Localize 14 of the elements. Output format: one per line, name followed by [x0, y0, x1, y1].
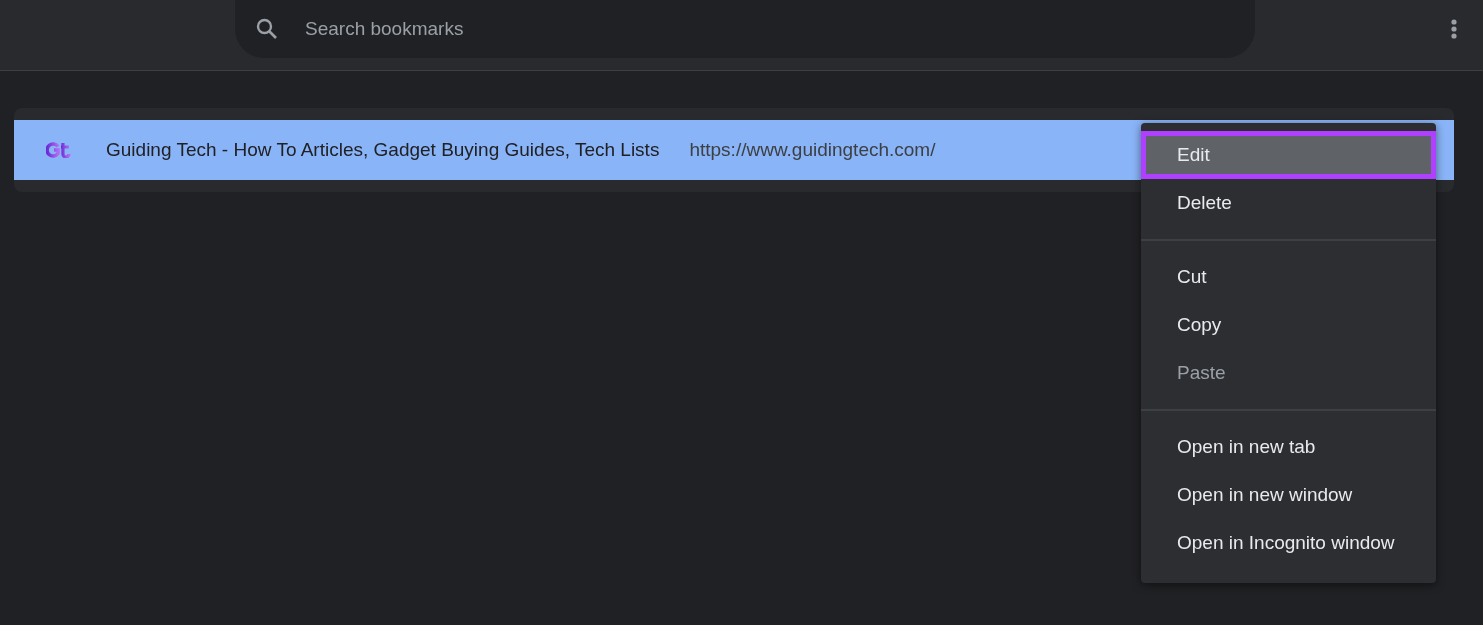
favicon-icon — [46, 142, 72, 158]
more-options-icon[interactable] — [1451, 19, 1457, 39]
bookmark-url: https://www.guidingtech.com/ — [689, 139, 936, 161]
search-bar[interactable]: Search bookmarks — [235, 0, 1255, 58]
search-field[interactable]: Search bookmarks — [303, 17, 1107, 41]
menu-item[interactable]: Open in new window — [1141, 471, 1436, 519]
menu-item[interactable]: Open in Incognito window — [1141, 519, 1436, 567]
menu-item[interactable]: Open in new tab — [1141, 423, 1436, 471]
menu-item[interactable]: Delete — [1141, 179, 1436, 227]
search-icon — [255, 17, 279, 41]
menu-item[interactable]: Copy — [1141, 301, 1436, 349]
bookmark-title: Guiding Tech - How To Articles, Gadget Buying Guides, Tech Lists — [106, 139, 660, 161]
menu-item[interactable]: Cut — [1141, 253, 1436, 301]
menu-item[interactable]: Edit — [1141, 131, 1436, 179]
